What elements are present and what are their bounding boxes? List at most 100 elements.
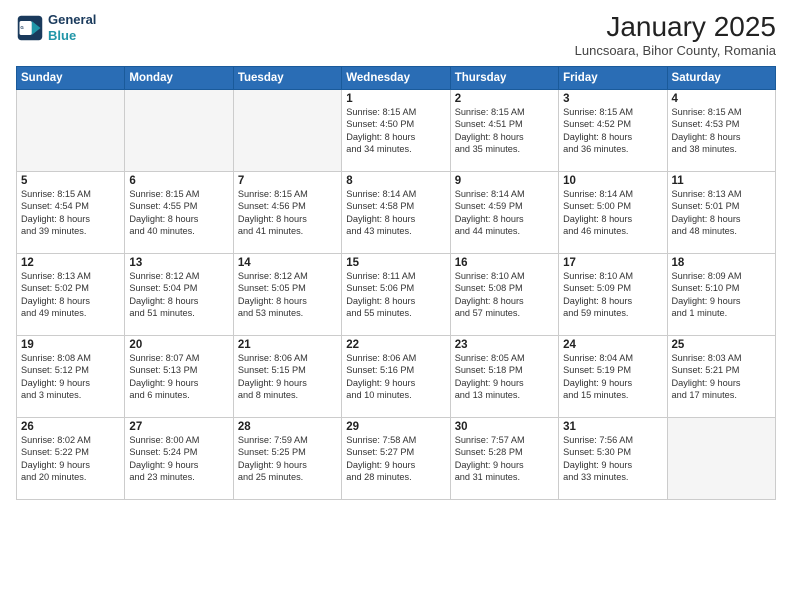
day-number: 19 (21, 339, 120, 351)
day-header-tuesday: Tuesday (233, 66, 341, 89)
calendar-cell (17, 89, 125, 171)
day-number: 23 (455, 339, 554, 351)
calendar-cell: 17Sunrise: 8:10 AM Sunset: 5:09 PM Dayli… (559, 253, 667, 335)
calendar-cell: 9Sunrise: 8:14 AM Sunset: 4:59 PM Daylig… (450, 171, 558, 253)
day-info: Sunrise: 8:11 AM Sunset: 5:06 PM Dayligh… (346, 270, 445, 320)
calendar-cell: 13Sunrise: 8:12 AM Sunset: 5:04 PM Dayli… (125, 253, 233, 335)
day-number: 18 (672, 257, 771, 269)
logo-line2: Blue (48, 28, 76, 43)
calendar-week-2: 5Sunrise: 8:15 AM Sunset: 4:54 PM Daylig… (17, 171, 776, 253)
day-number: 13 (129, 257, 228, 269)
day-number: 4 (672, 93, 771, 105)
day-number: 12 (21, 257, 120, 269)
day-info: Sunrise: 8:12 AM Sunset: 5:04 PM Dayligh… (129, 270, 228, 320)
calendar-cell: 19Sunrise: 8:08 AM Sunset: 5:12 PM Dayli… (17, 335, 125, 417)
day-info: Sunrise: 8:15 AM Sunset: 4:53 PM Dayligh… (672, 106, 771, 156)
calendar-cell: 14Sunrise: 8:12 AM Sunset: 5:05 PM Dayli… (233, 253, 341, 335)
day-number: 22 (346, 339, 445, 351)
day-info: Sunrise: 8:07 AM Sunset: 5:13 PM Dayligh… (129, 352, 228, 402)
calendar-cell: 10Sunrise: 8:14 AM Sunset: 5:00 PM Dayli… (559, 171, 667, 253)
day-info: Sunrise: 8:15 AM Sunset: 4:50 PM Dayligh… (346, 106, 445, 156)
calendar-cell: 2Sunrise: 8:15 AM Sunset: 4:51 PM Daylig… (450, 89, 558, 171)
day-number: 2 (455, 93, 554, 105)
day-header-monday: Monday (125, 66, 233, 89)
title-block: January 2025 Luncsoara, Bihor County, Ro… (575, 12, 776, 58)
day-info: Sunrise: 7:58 AM Sunset: 5:27 PM Dayligh… (346, 434, 445, 484)
logo-icon: G (16, 14, 44, 42)
calendar-week-5: 26Sunrise: 8:02 AM Sunset: 5:22 PM Dayli… (17, 417, 776, 499)
calendar-cell: 6Sunrise: 8:15 AM Sunset: 4:55 PM Daylig… (125, 171, 233, 253)
logo: G General Blue (16, 12, 96, 43)
calendar-cell (233, 89, 341, 171)
day-number: 17 (563, 257, 662, 269)
day-number: 27 (129, 421, 228, 433)
header: G General Blue January 2025 Luncsoara, B… (16, 12, 776, 58)
page: G General Blue January 2025 Luncsoara, B… (0, 0, 792, 612)
calendar-cell: 24Sunrise: 8:04 AM Sunset: 5:19 PM Dayli… (559, 335, 667, 417)
day-number: 15 (346, 257, 445, 269)
day-info: Sunrise: 8:04 AM Sunset: 5:19 PM Dayligh… (563, 352, 662, 402)
day-number: 11 (672, 175, 771, 187)
logo-line1: General (48, 12, 96, 28)
calendar-cell: 5Sunrise: 8:15 AM Sunset: 4:54 PM Daylig… (17, 171, 125, 253)
day-info: Sunrise: 8:15 AM Sunset: 4:55 PM Dayligh… (129, 188, 228, 238)
day-info: Sunrise: 8:15 AM Sunset: 4:52 PM Dayligh… (563, 106, 662, 156)
calendar-cell: 1Sunrise: 8:15 AM Sunset: 4:50 PM Daylig… (342, 89, 450, 171)
day-header-saturday: Saturday (667, 66, 775, 89)
day-number: 7 (238, 175, 337, 187)
logo-text: General Blue (48, 12, 96, 43)
day-number: 26 (21, 421, 120, 433)
day-info: Sunrise: 8:15 AM Sunset: 4:51 PM Dayligh… (455, 106, 554, 156)
day-number: 1 (346, 93, 445, 105)
calendar-week-4: 19Sunrise: 8:08 AM Sunset: 5:12 PM Dayli… (17, 335, 776, 417)
day-info: Sunrise: 8:12 AM Sunset: 5:05 PM Dayligh… (238, 270, 337, 320)
day-number: 16 (455, 257, 554, 269)
calendar-table: SundayMondayTuesdayWednesdayThursdayFrid… (16, 66, 776, 500)
calendar-cell: 11Sunrise: 8:13 AM Sunset: 5:01 PM Dayli… (667, 171, 775, 253)
day-number: 6 (129, 175, 228, 187)
calendar-cell: 23Sunrise: 8:05 AM Sunset: 5:18 PM Dayli… (450, 335, 558, 417)
day-info: Sunrise: 8:09 AM Sunset: 5:10 PM Dayligh… (672, 270, 771, 320)
calendar-cell: 18Sunrise: 8:09 AM Sunset: 5:10 PM Dayli… (667, 253, 775, 335)
day-number: 8 (346, 175, 445, 187)
calendar-cell: 22Sunrise: 8:06 AM Sunset: 5:16 PM Dayli… (342, 335, 450, 417)
svg-text:G: G (20, 24, 24, 29)
calendar-title: January 2025 (575, 12, 776, 43)
calendar-cell: 27Sunrise: 8:00 AM Sunset: 5:24 PM Dayli… (125, 417, 233, 499)
day-info: Sunrise: 7:57 AM Sunset: 5:28 PM Dayligh… (455, 434, 554, 484)
calendar-cell: 21Sunrise: 8:06 AM Sunset: 5:15 PM Dayli… (233, 335, 341, 417)
day-number: 3 (563, 93, 662, 105)
calendar-header-row: SundayMondayTuesdayWednesdayThursdayFrid… (17, 66, 776, 89)
calendar-cell: 25Sunrise: 8:03 AM Sunset: 5:21 PM Dayli… (667, 335, 775, 417)
day-number: 29 (346, 421, 445, 433)
calendar-cell: 16Sunrise: 8:10 AM Sunset: 5:08 PM Dayli… (450, 253, 558, 335)
day-number: 20 (129, 339, 228, 351)
day-number: 28 (238, 421, 337, 433)
day-header-friday: Friday (559, 66, 667, 89)
calendar-cell: 20Sunrise: 8:07 AM Sunset: 5:13 PM Dayli… (125, 335, 233, 417)
day-info: Sunrise: 8:13 AM Sunset: 5:01 PM Dayligh… (672, 188, 771, 238)
day-number: 21 (238, 339, 337, 351)
calendar-week-3: 12Sunrise: 8:13 AM Sunset: 5:02 PM Dayli… (17, 253, 776, 335)
day-header-sunday: Sunday (17, 66, 125, 89)
calendar-cell: 15Sunrise: 8:11 AM Sunset: 5:06 PM Dayli… (342, 253, 450, 335)
day-header-thursday: Thursday (450, 66, 558, 89)
day-info: Sunrise: 8:10 AM Sunset: 5:09 PM Dayligh… (563, 270, 662, 320)
day-number: 10 (563, 175, 662, 187)
day-number: 14 (238, 257, 337, 269)
day-info: Sunrise: 8:15 AM Sunset: 4:54 PM Dayligh… (21, 188, 120, 238)
calendar-cell: 30Sunrise: 7:57 AM Sunset: 5:28 PM Dayli… (450, 417, 558, 499)
day-info: Sunrise: 8:03 AM Sunset: 5:21 PM Dayligh… (672, 352, 771, 402)
calendar-cell: 29Sunrise: 7:58 AM Sunset: 5:27 PM Dayli… (342, 417, 450, 499)
calendar-cell: 8Sunrise: 8:14 AM Sunset: 4:58 PM Daylig… (342, 171, 450, 253)
day-info: Sunrise: 7:56 AM Sunset: 5:30 PM Dayligh… (563, 434, 662, 484)
day-info: Sunrise: 8:14 AM Sunset: 4:58 PM Dayligh… (346, 188, 445, 238)
calendar-cell: 7Sunrise: 8:15 AM Sunset: 4:56 PM Daylig… (233, 171, 341, 253)
calendar-week-1: 1Sunrise: 8:15 AM Sunset: 4:50 PM Daylig… (17, 89, 776, 171)
calendar-cell: 12Sunrise: 8:13 AM Sunset: 5:02 PM Dayli… (17, 253, 125, 335)
calendar-cell (667, 417, 775, 499)
calendar-cell: 4Sunrise: 8:15 AM Sunset: 4:53 PM Daylig… (667, 89, 775, 171)
day-header-wednesday: Wednesday (342, 66, 450, 89)
calendar-cell: 31Sunrise: 7:56 AM Sunset: 5:30 PM Dayli… (559, 417, 667, 499)
day-number: 30 (455, 421, 554, 433)
